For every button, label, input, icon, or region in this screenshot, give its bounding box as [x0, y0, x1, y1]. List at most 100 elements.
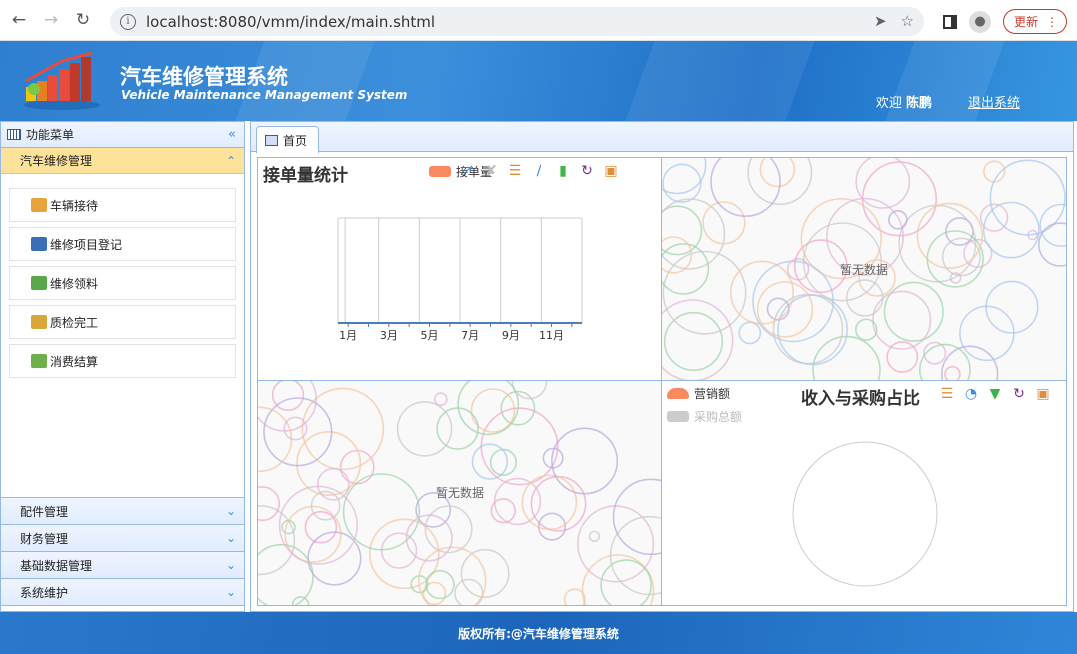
group-label: 系统维护 — [20, 585, 69, 600]
decorative-bubble — [738, 321, 762, 345]
address-bar[interactable]: i localhost:8080/vmm/index/main.shtml ➤ … — [110, 7, 924, 36]
decorative-bubble — [258, 543, 314, 605]
orders-bar-chart: 1月 3月 5月 7月 9月 11月 — [337, 217, 583, 342]
decorative-bubble — [944, 365, 961, 380]
group-finance[interactable]: 财务管理 ⌄ — [1, 525, 244, 552]
profile-avatar-icon[interactable]: ● — [968, 10, 991, 33]
update-button[interactable]: 更新 ⋮ — [1002, 9, 1067, 34]
decorative-bubble — [480, 407, 559, 486]
decorative-bubble — [521, 474, 578, 531]
url-text[interactable]: localhost:8080/vmm/index/main.shtml — [146, 13, 435, 31]
user-name: 陈鹏 — [905, 96, 932, 111]
restore-icon[interactable]: ↻ — [1010, 385, 1028, 403]
forward-icon[interactable]: → — [38, 7, 64, 33]
car-icon — [31, 237, 47, 251]
decorative-bubble — [923, 341, 947, 365]
sidebar-item-settlement[interactable]: 消费结算 — [9, 344, 236, 378]
tab-home[interactable]: 首页 — [256, 126, 319, 153]
decorative-bubble — [662, 163, 702, 203]
decorative-bubble — [258, 406, 293, 473]
data-view-icon[interactable]: ☰ — [938, 385, 956, 403]
sidebar-item-label: 维修项目登记 — [50, 237, 123, 252]
home-icon — [265, 134, 278, 146]
logout-link[interactable]: 退出系统 — [968, 92, 1020, 111]
x-tick-label: 11月 — [539, 329, 564, 342]
sidebar-item-repair-register[interactable]: 维修项目登记 — [9, 227, 236, 261]
sidebar: 功能菜单 « 汽车维修管理 ⌃ 车辆接待 维修项目登记 维修领料 质检完工 消费… — [0, 121, 245, 612]
x-tick-label: 1月 — [339, 329, 357, 342]
main-content: 首页 接单量统计 接单量 ↗ ✘ ☰ ∕ ▮ ↻ ▣ 1月 3月 5月 7月 9月 11月… — [250, 121, 1074, 612]
reload-icon[interactable]: ↻ — [70, 7, 96, 33]
pie-chart-icon[interactable]: ◔ — [962, 385, 980, 403]
copyright-text: 版权所有:@汽车维修管理系统 — [458, 626, 619, 641]
sidebar-item-parts-pickup[interactable]: 维修领料 — [9, 266, 236, 300]
update-label: 更新 — [1013, 15, 1038, 29]
decorative-bubble — [581, 554, 655, 605]
no-data-label: 暂无数据 — [436, 486, 485, 500]
chevron-down-icon[interactable]: ⌄ — [226, 585, 236, 599]
group-system[interactable]: 系统维护 ⌄ — [1, 579, 244, 606]
decorative-bubble — [380, 532, 418, 569]
app-subtitle: Vehicle Maintenance Management System — [121, 88, 408, 102]
x-tick-label: 5月 — [421, 329, 439, 342]
money-icon — [31, 354, 47, 368]
sidebar-item-quality-check[interactable]: 质检完工 — [9, 305, 236, 339]
legend-item-purchase[interactable]: 采购总额 — [667, 408, 742, 425]
decorative-bubble — [493, 477, 542, 526]
income-chart-panel: 营销额 采购总额 收入与采购占比 ☰ ◔ ▼ ↻ ▣ — [661, 380, 1067, 606]
decorative-bubble — [855, 318, 878, 341]
group-vehicle-maintenance[interactable]: 汽车维修管理 ⌃ — [1, 148, 244, 174]
decorative-bubble — [304, 510, 338, 544]
pie-outline — [792, 441, 938, 587]
decorative-bubble — [258, 505, 296, 576]
sidebar-item-label: 消费结算 — [50, 354, 99, 369]
sidebar-item-reception[interactable]: 车辆接待 — [9, 188, 236, 222]
decorative-bubble — [730, 260, 795, 325]
group-label: 财务管理 — [20, 531, 69, 546]
legend-label: 营销额 — [694, 387, 731, 401]
chart-title: 收入与采购占比 — [801, 389, 920, 409]
more-menu-icon[interactable]: ⋮ — [1046, 15, 1058, 29]
group-base-data[interactable]: 基础数据管理 ⌄ — [1, 552, 244, 579]
decorative-bubble — [405, 514, 453, 562]
bookmark-star-icon[interactable]: ☆ — [901, 12, 914, 30]
chevron-down-icon[interactable]: ⌄ — [226, 531, 236, 545]
orders-chart-panel: 接单量统计 接单量 ↗ ✘ ☰ ∕ ▮ ↻ ▣ 1月 3月 5月 7月 9月 11月 — [257, 157, 662, 381]
decorative-bubble — [883, 281, 944, 342]
sidebar-item-label: 维修领料 — [50, 276, 99, 291]
group-label: 汽车维修管理 — [20, 154, 93, 168]
funnel-icon[interactable]: ▼ — [986, 385, 1004, 403]
empty-chart-panel-2: 暂无数据 — [257, 380, 662, 606]
car-reception-icon — [31, 198, 47, 212]
save-image-icon[interactable]: ▣ — [1034, 385, 1052, 403]
decorative-bubble — [271, 381, 305, 411]
info-icon[interactable]: i — [120, 13, 136, 30]
back-icon[interactable]: ← — [6, 7, 32, 33]
legend-item-sales[interactable]: 营销额 — [667, 385, 730, 402]
decorative-bubble — [436, 407, 479, 450]
side-panel-icon[interactable] — [942, 14, 957, 29]
decorative-bubble — [588, 530, 601, 543]
decorative-bubble — [433, 392, 448, 407]
welcome-label: 欢迎 — [875, 96, 902, 111]
decorative-bubble — [396, 401, 453, 457]
share-icon[interactable]: ➤ — [874, 12, 887, 30]
decorative-bubble — [663, 311, 724, 372]
group-parts[interactable]: 配件管理 ⌄ — [1, 498, 244, 525]
chevron-down-icon[interactable]: ⌄ — [226, 558, 236, 572]
decorative-bubble — [258, 486, 280, 522]
decorative-bubble — [307, 531, 362, 586]
decorative-bubble — [600, 559, 652, 605]
tab-bar: 首页 — [251, 122, 1073, 153]
decorative-bubble — [888, 209, 908, 230]
chevron-down-icon[interactable]: ⌄ — [226, 504, 236, 518]
collapse-icon[interactable]: « — [228, 127, 236, 142]
sidebar-title: 功能菜单 — [26, 128, 75, 142]
chevron-up-icon[interactable]: ⌃ — [226, 154, 236, 168]
inspection-icon — [31, 315, 47, 329]
group-label: 配件管理 — [20, 504, 69, 519]
sidebar-item-label: 质检完工 — [50, 315, 99, 330]
browser-toolbar: ← → ↻ i localhost:8080/vmm/index/main.sh… — [0, 0, 1077, 41]
x-tick-label: 3月 — [380, 329, 398, 342]
app-header: 汽车维修管理系统 Vehicle Maintenance Management … — [0, 41, 1077, 121]
